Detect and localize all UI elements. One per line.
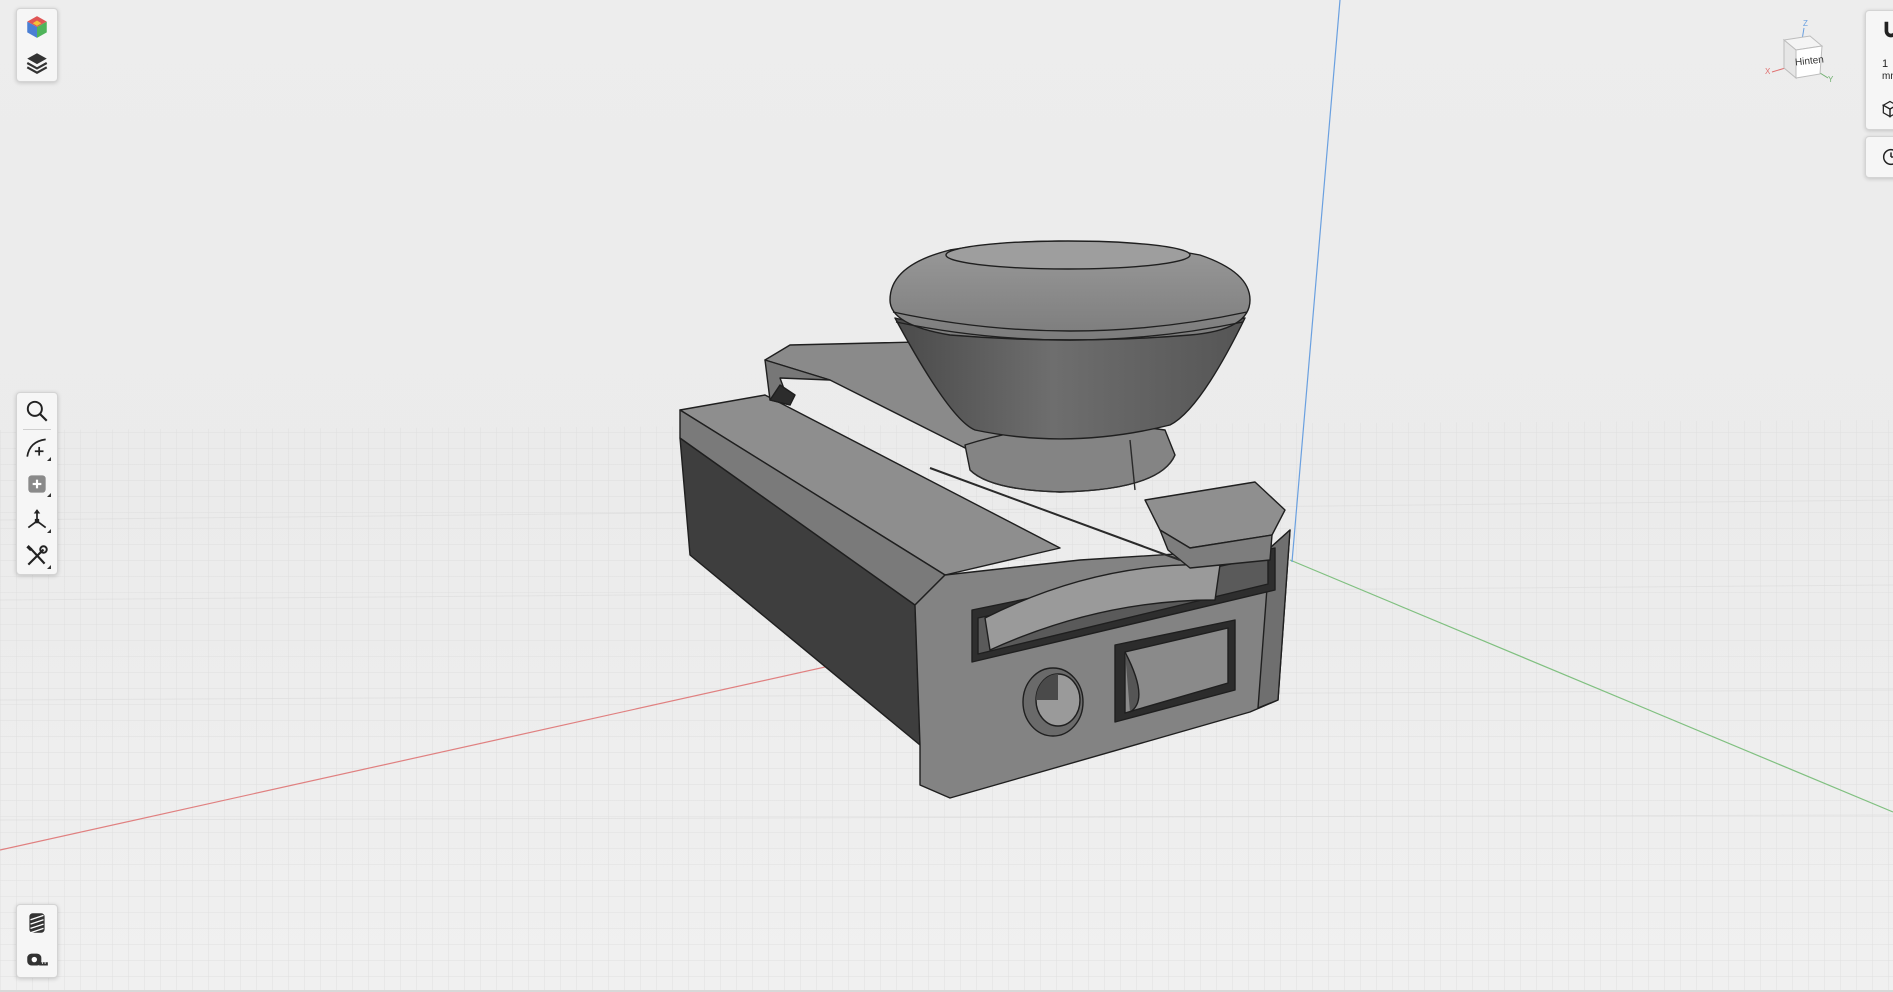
top-left-toolbar <box>16 8 58 82</box>
tools-icon <box>26 545 48 566</box>
transform-axes-icon <box>27 509 47 529</box>
create-button[interactable] <box>19 466 55 502</box>
material-button[interactable] <box>19 905 55 941</box>
history-button[interactable] <box>1880 146 1893 168</box>
appearance-button[interactable] <box>19 9 55 45</box>
layers-icon <box>26 53 48 74</box>
clock-icon <box>1882 148 1893 166</box>
sketch-button[interactable] <box>19 430 55 466</box>
tools-button[interactable] <box>19 538 55 574</box>
material-hatch-icon <box>29 913 45 934</box>
3d-viewport[interactable]: X Y Z Hinten 1 m <box>0 0 1893 992</box>
bottom-left-toolbar <box>16 904 58 978</box>
units-value[interactable]: 1 <box>1882 59 1888 70</box>
units-label[interactable]: mm <box>1882 71 1893 82</box>
add-square-icon <box>28 475 46 493</box>
search-button[interactable] <box>19 393 55 429</box>
measure-button[interactable] <box>19 941 55 977</box>
layers-button[interactable] <box>19 45 55 81</box>
search-icon <box>26 400 48 422</box>
history-panel <box>1865 136 1893 178</box>
view-button[interactable] <box>1880 99 1893 121</box>
snap-button[interactable] <box>1880 19 1893 41</box>
sketch-arc-icon <box>26 438 46 457</box>
snap-units-panel: 1 mm <box>1865 10 1893 130</box>
magnet-icon <box>1884 21 1893 38</box>
cube-icon <box>1882 100 1893 118</box>
transform-button[interactable] <box>19 502 55 538</box>
tape-measure-icon <box>27 953 48 966</box>
scene-canvas[interactable]: X Y Z <box>0 0 1893 992</box>
left-toolbar <box>16 392 58 575</box>
color-cube-icon <box>27 16 47 38</box>
right-panel: 1 mm <box>1865 10 1893 178</box>
